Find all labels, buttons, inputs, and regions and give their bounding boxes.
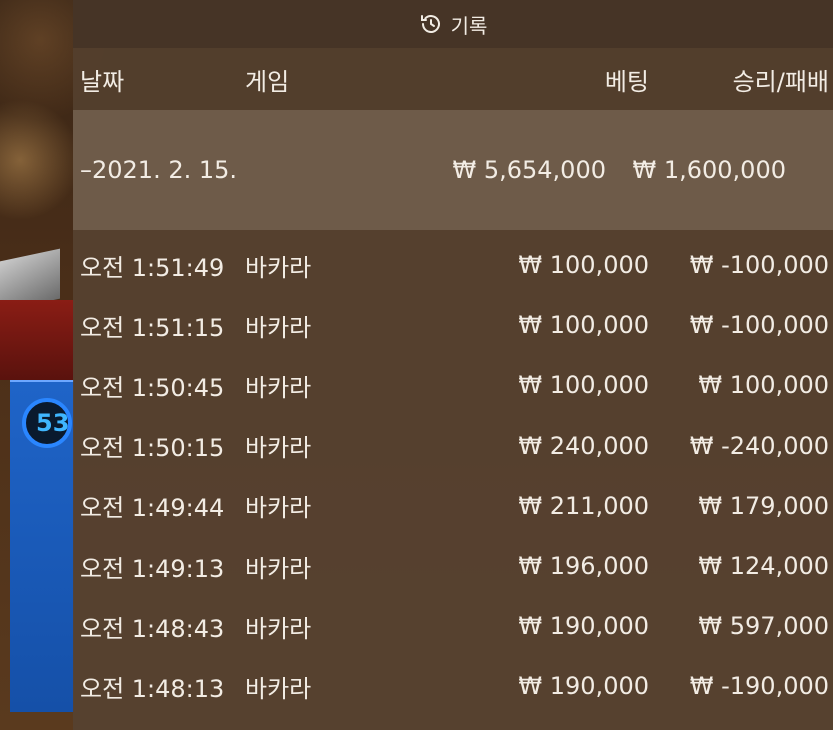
history-panel: 기록 날짜 게임 베팅 승리/패배 –2021. 2. 15. ₩ 5,654,… xyxy=(73,0,833,730)
row-winloss: ₩ 100,000 xyxy=(698,371,829,400)
row-bet: ₩ 190,000 xyxy=(518,672,649,701)
row-bet: ₩ 100,000 xyxy=(518,311,649,340)
row-time: 오전 1:49:44 xyxy=(80,494,225,523)
row-game: 바카라 xyxy=(245,674,312,703)
table-row[interactable]: 오전 1:50:15 바카라 ₩ 240,000 ₩ -240,000 xyxy=(73,416,833,476)
row-bet: ₩ 196,000 xyxy=(518,552,649,581)
table-row[interactable]: 오전 1:51:49 바카라 ₩ 100,000 ₩ -100,000 xyxy=(73,235,833,295)
table-row[interactable]: 오전 1:48:13 바카라 ₩ 190,000 ₩ -190,000 xyxy=(73,656,833,716)
row-bet: ₩ 190,000 xyxy=(518,612,649,641)
history-list: 오전 1:51:49 바카라 ₩ 100,000 ₩ -100,000 오전 1… xyxy=(73,230,833,717)
table-header: 날짜 게임 베팅 승리/패배 xyxy=(73,48,833,110)
table-row[interactable]: 오전 1:48:43 바카라 ₩ 190,000 ₩ 597,000 xyxy=(73,596,833,656)
summary-bet: ₩ 5,654,000 xyxy=(452,156,606,184)
row-winloss: ₩ -240,000 xyxy=(689,431,829,460)
history-title-bar: 기록 xyxy=(73,0,833,48)
row-winloss: ₩ 179,000 xyxy=(698,491,829,520)
row-game: 바카라 xyxy=(245,253,312,282)
history-icon xyxy=(419,12,443,36)
summary-date: –2021. 2. 15. xyxy=(80,156,238,184)
column-header-winloss: 승리/패배 xyxy=(732,67,829,96)
row-game: 바카라 xyxy=(245,554,312,583)
countdown-timer: 53 xyxy=(22,398,72,448)
row-winloss: ₩ 597,000 xyxy=(698,612,829,641)
column-header-game: 게임 xyxy=(245,67,290,96)
row-bet: ₩ 100,000 xyxy=(518,371,649,400)
column-header-bet: 베팅 xyxy=(604,67,649,96)
history-title: 기록 xyxy=(450,13,488,38)
row-time: 오전 1:48:43 xyxy=(80,614,225,643)
row-winloss: ₩ -190,000 xyxy=(689,672,829,701)
row-winloss: ₩ -100,000 xyxy=(689,251,829,280)
row-game: 바카라 xyxy=(245,494,312,523)
row-game: 바카라 xyxy=(245,373,312,402)
row-time: 오전 1:50:45 xyxy=(80,373,225,402)
row-winloss: ₩ 124,000 xyxy=(698,552,829,581)
table-row[interactable]: 오전 1:49:13 바카라 ₩ 196,000 ₩ 124,000 xyxy=(73,536,833,596)
column-header-date: 날짜 xyxy=(80,67,125,96)
table-row[interactable]: 오전 1:50:45 바카라 ₩ 100,000 ₩ 100,000 xyxy=(73,355,833,415)
date-summary-row[interactable]: –2021. 2. 15. ₩ 5,654,000 ₩ 1,600,000 xyxy=(73,110,833,230)
table-felt-accent xyxy=(0,300,75,380)
row-time: 오전 1:48:13 xyxy=(80,674,225,703)
row-time: 오전 1:51:49 xyxy=(80,253,225,282)
row-bet: ₩ 100,000 xyxy=(518,251,649,280)
table-row[interactable]: 오전 1:51:15 바카라 ₩ 100,000 ₩ -100,000 xyxy=(73,295,833,355)
row-time: 오전 1:51:15 xyxy=(80,313,225,342)
row-game: 바카라 xyxy=(245,434,312,463)
table-row[interactable]: 오전 1:49:44 바카라 ₩ 211,000 ₩ 179,000 xyxy=(73,476,833,536)
row-bet: ₩ 240,000 xyxy=(518,431,649,460)
row-winloss: ₩ -100,000 xyxy=(689,311,829,340)
summary-winloss: ₩ 1,600,000 xyxy=(632,156,786,184)
row-game: 바카라 xyxy=(245,614,312,643)
row-bet: ₩ 211,000 xyxy=(518,491,649,520)
row-time: 오전 1:50:15 xyxy=(80,434,225,463)
row-time: 오전 1:49:13 xyxy=(80,554,225,583)
row-game: 바카라 xyxy=(245,313,312,342)
